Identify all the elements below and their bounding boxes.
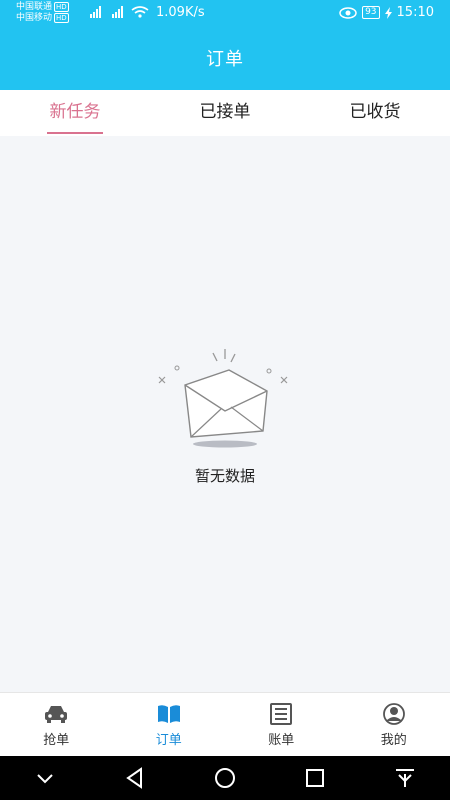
car-icon	[45, 706, 68, 723]
carrier-1: 中国联通	[16, 2, 53, 12]
battery-level: 93	[362, 6, 380, 19]
order-tabs: 新任务 已接单 已收货	[0, 90, 450, 136]
empty-state: 暂无数据	[0, 345, 450, 486]
nav-mine[interactable]: 我的	[338, 693, 450, 756]
recents-icon[interactable]	[300, 763, 330, 793]
nav-grab-order[interactable]: 抢单	[0, 693, 113, 756]
carrier-2: 中国移动	[16, 13, 53, 23]
tab-new-task[interactable]: 新任务	[0, 90, 150, 136]
status-bar: 中国联通 HD 中国移动 HD 1.09K/s 93 15:10	[0, 0, 450, 28]
clock: 15:10	[396, 5, 434, 20]
notification-pull-icon[interactable]	[390, 763, 420, 793]
nav-orders[interactable]: 订单	[113, 693, 226, 756]
tab-received[interactable]: 已收货	[300, 90, 450, 136]
app-header: 中国联通 HD 中国移动 HD 1.09K/s 93 15:10 订单	[0, 0, 450, 90]
tab-accepted[interactable]: 已接单	[150, 90, 300, 136]
eye-icon	[339, 6, 357, 19]
nav-bills[interactable]: 账单	[225, 693, 338, 756]
page-title: 订单	[206, 49, 244, 70]
empty-envelope-icon	[158, 349, 288, 448]
nav-label: 账单	[268, 733, 295, 748]
list-icon	[270, 703, 293, 725]
charging-icon	[384, 6, 392, 19]
signal-icon	[112, 6, 123, 18]
status-right: 93 15:10	[339, 5, 434, 20]
wifi-icon	[131, 6, 149, 18]
home-icon[interactable]	[210, 763, 240, 793]
back-icon[interactable]	[120, 763, 150, 793]
signal-icon	[90, 6, 101, 18]
hd-badge: HD	[54, 13, 69, 23]
nav-label: 订单	[155, 733, 182, 748]
nav-label: 我的	[380, 733, 407, 748]
nav-label: 抢单	[43, 733, 70, 748]
bottom-nav: 抢单 订单 账单 我的	[0, 692, 450, 756]
empty-message: 暂无数据	[194, 467, 255, 485]
network-speed: 1.09K/s	[156, 5, 205, 20]
carrier-info: 中国联通 HD 中国移动 HD	[16, 2, 69, 24]
system-nav-bar	[0, 756, 450, 800]
book-icon	[157, 705, 180, 723]
hide-nav-icon[interactable]	[30, 763, 60, 793]
hd-badge: HD	[54, 2, 69, 12]
user-icon	[382, 703, 405, 725]
